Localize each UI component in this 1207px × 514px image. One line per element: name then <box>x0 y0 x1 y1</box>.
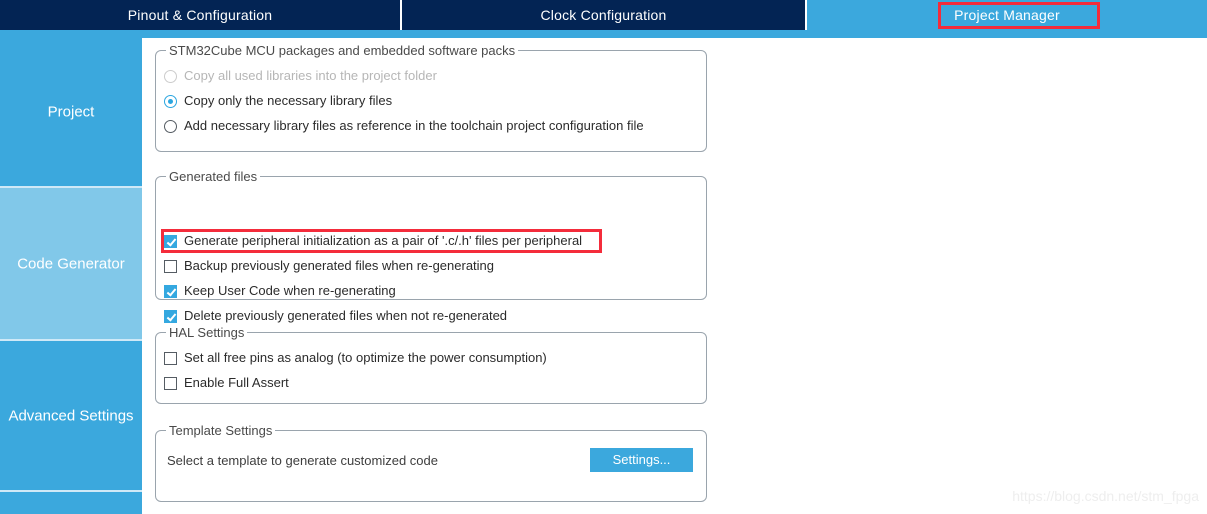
template-settings-button[interactable]: Settings... <box>590 448 693 472</box>
radio-copy-all-libraries-icon[interactable] <box>164 69 177 83</box>
group-mcu-packages: STM32Cube MCU packages and embedded soft… <box>155 43 707 152</box>
checkbox-generate-peripheral-init-label: Generate peripheral initialization as a … <box>184 233 583 248</box>
code-generator-panel: STM32Cube MCU packages and embedded soft… <box>142 38 1207 514</box>
checkbox-delete-generated-files-label: Delete previously generated files when n… <box>184 308 508 323</box>
group-generated-files-title: Generated files <box>166 169 261 184</box>
checkbox-set-free-pins-analog-icon[interactable] <box>164 351 177 365</box>
checkbox-row-generate-peripheral-init[interactable]: Generate peripheral initialization as a … <box>164 230 582 252</box>
tab-clock-configuration-label: Clock Configuration <box>540 7 667 23</box>
group-hal-settings-title: HAL Settings <box>166 325 248 340</box>
checkbox-row-set-free-pins-analog[interactable]: Set all free pins as analog (to optimize… <box>164 347 547 369</box>
radio-add-libraries-as-reference-icon[interactable] <box>164 119 177 133</box>
left-sidebar: Project Code Generator Advanced Settings <box>0 38 142 514</box>
checkbox-delete-generated-files-icon[interactable] <box>164 309 177 323</box>
checkbox-set-free-pins-analog-label: Set all free pins as analog (to optimize… <box>184 350 547 365</box>
radio-copy-all-libraries-label: Copy all used libraries into the project… <box>184 68 437 83</box>
group-mcu-packages-title: STM32Cube MCU packages and embedded soft… <box>166 43 519 58</box>
tab-pinout-configuration-label: Pinout & Configuration <box>127 7 273 23</box>
template-settings-description: Select a template to generate customized… <box>167 453 438 468</box>
group-generated-files: Generated files Generate peripheral init… <box>155 169 707 323</box>
checkbox-generate-peripheral-init-icon[interactable] <box>164 234 177 248</box>
group-hal-settings: HAL Settings Set all free pins as analog… <box>155 325 707 404</box>
checkbox-enable-full-assert-label: Enable Full Assert <box>184 375 289 390</box>
checkbox-enable-full-assert-icon[interactable] <box>164 376 177 390</box>
checkbox-row-delete-generated-files[interactable]: Delete previously generated files when n… <box>164 305 507 327</box>
group-template-settings-title: Template Settings <box>166 423 276 438</box>
sidebar-item-code-generator-label: Code Generator <box>17 255 125 272</box>
sidebar-item-advanced-settings[interactable]: Advanced Settings <box>0 341 142 492</box>
watermark-text: https://blog.csdn.net/stm_fpga <box>1012 488 1199 504</box>
sidebar-empty-area <box>0 492 142 514</box>
radio-copy-necessary-libraries-label: Copy only the necessary library files <box>184 93 393 108</box>
checkbox-keep-user-code-icon[interactable] <box>164 284 177 298</box>
tab-bar-underline <box>0 30 1207 38</box>
checkbox-keep-user-code-label: Keep User Code when re-generating <box>184 283 396 298</box>
sidebar-item-project-label: Project <box>47 103 95 121</box>
checkbox-backup-generated-files-label: Backup previously generated files when r… <box>184 258 495 273</box>
group-template-settings: Template Settings Select a template to g… <box>155 423 707 502</box>
sidebar-item-code-generator[interactable]: Code Generator <box>0 188 142 341</box>
checkbox-backup-generated-files-icon[interactable] <box>164 259 177 273</box>
tab-clock-configuration[interactable]: Clock Configuration <box>402 0 805 30</box>
radio-row-add-libraries-as-reference[interactable]: Add necessary library files as reference… <box>164 115 644 137</box>
tab-pinout-configuration[interactable]: Pinout & Configuration <box>0 0 400 30</box>
radio-add-libraries-as-reference-label: Add necessary library files as reference… <box>184 118 644 133</box>
sidebar-item-advanced-settings-label: Advanced Settings <box>8 407 134 424</box>
checkbox-row-backup-generated-files[interactable]: Backup previously generated files when r… <box>164 255 494 277</box>
sidebar-item-project[interactable]: Project <box>0 38 142 188</box>
radio-copy-necessary-libraries-icon[interactable] <box>164 94 177 108</box>
checkbox-row-enable-full-assert[interactable]: Enable Full Assert <box>164 372 289 394</box>
annotation-box-project-manager-tab <box>938 2 1100 29</box>
radio-row-copy-necessary-libraries[interactable]: Copy only the necessary library files <box>164 90 392 112</box>
checkbox-row-keep-user-code[interactable]: Keep User Code when re-generating <box>164 280 396 302</box>
radio-row-copy-all-libraries[interactable]: Copy all used libraries into the project… <box>164 65 437 87</box>
